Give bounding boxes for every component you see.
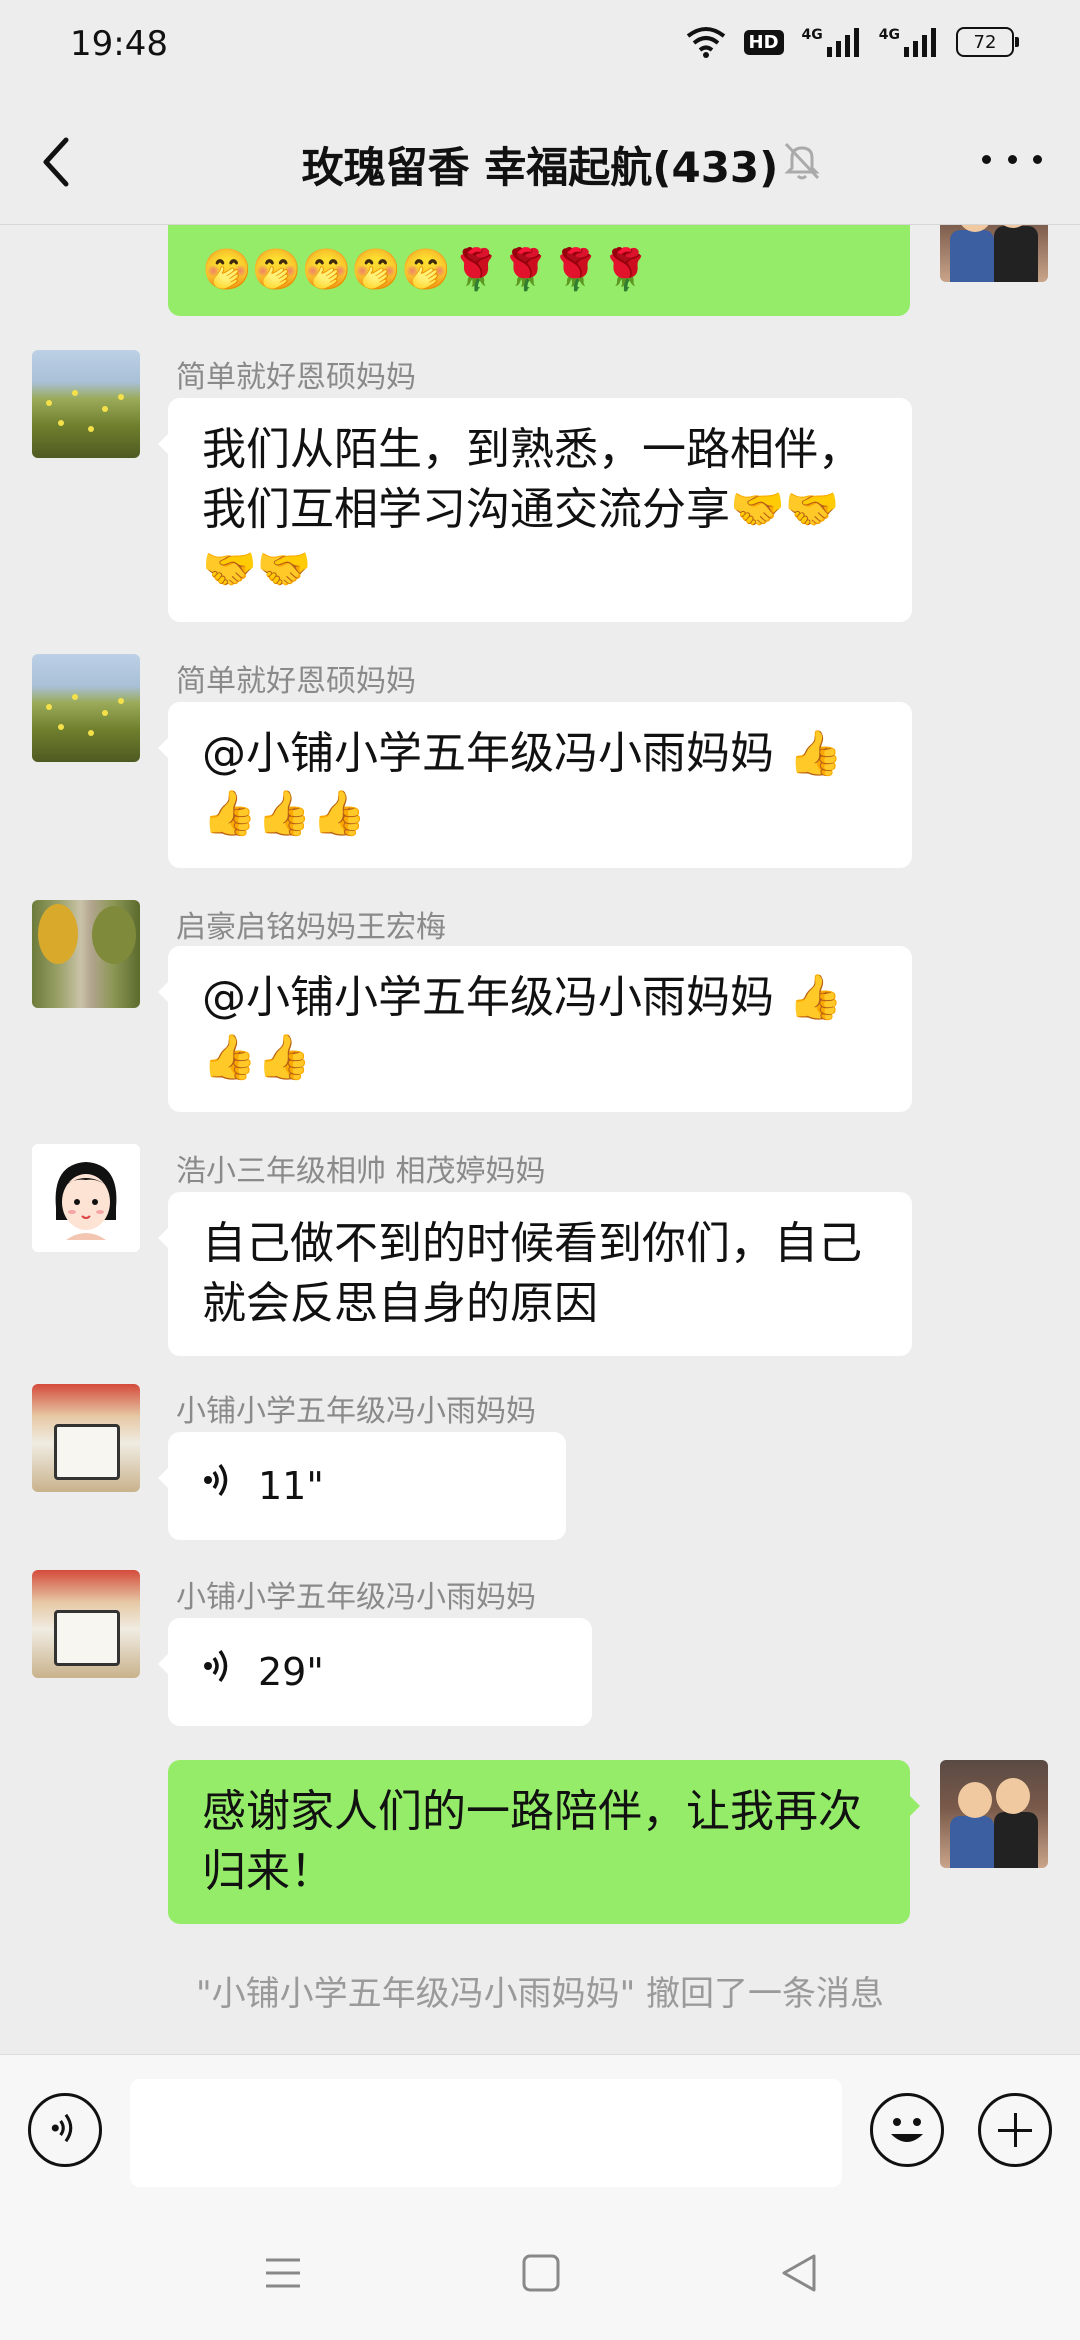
voice-wave-icon <box>50 2110 80 2150</box>
sender-name: 浩小三年级相帅 相茂婷妈妈 <box>176 1154 546 1189</box>
more-dots-icon[interactable] <box>982 144 1042 174</box>
input-bar <box>0 2054 1080 2207</box>
sender-name: 简单就好恩硕妈妈 <box>176 664 416 699</box>
message-bubble[interactable]: 感谢家人们的一路陪伴，让我再次归来！ <box>168 1760 920 1924</box>
voice-input-button[interactable] <box>28 2093 102 2167</box>
message-text: 🤭🤭🤭🤭🤭🌹🌹🌹🌹 <box>202 247 651 293</box>
avatar[interactable] <box>940 224 1048 282</box>
avatar[interactable] <box>32 1570 140 1678</box>
emoji-button[interactable] <box>870 2093 944 2167</box>
triangle-back-icon[interactable] <box>776 2250 822 2296</box>
hd-badge: HD <box>743 29 784 55</box>
message-bubble[interactable]: @小铺小学五年级冯小雨妈妈 👍👍👍👍 <box>158 702 912 868</box>
message-text: @小铺小学五年级冯小雨妈妈 👍👍👍 <box>202 972 843 1083</box>
avatar[interactable] <box>32 900 140 1008</box>
avatar[interactable] <box>940 1760 1048 1868</box>
message-bubble[interactable]: 我们从陌生，到熟悉，一路相伴，我们互相学习沟通交流分享🤝🤝🤝🤝 <box>158 398 912 622</box>
battery-level: 72 <box>973 31 997 53</box>
voice-wave-icon <box>202 1642 236 1702</box>
chat-title[interactable]: 玫瑰留香 幸福起航(433) <box>0 134 1080 195</box>
voice-message[interactable]: 29" <box>158 1618 592 1726</box>
sender-name: 启豪启铭妈妈王宏梅 <box>176 910 446 945</box>
battery-icon: 72 <box>956 27 1019 57</box>
recall-notice: "小铺小学五年级冯小雨妈妈" 撤回了一条消息 <box>195 1974 885 2014</box>
message-text: 自己做不到的时候看到你们，自己就会反思自身的原因 <box>202 1218 862 1329</box>
voice-message[interactable]: 11" <box>158 1432 566 1540</box>
message-bubble[interactable]: 自己做不到的时候看到你们，自己就会反思自身的原因 <box>158 1192 912 1356</box>
square-icon[interactable] <box>518 2250 564 2296</box>
message-list[interactable]: 🤭🤭🤭🤭🤭🌹🌹🌹🌹 简单就好恩硕妈妈 我们从陌生，到熟悉，一路相伴，我们互相学习… <box>0 224 1080 2054</box>
message-text: 感谢家人们的一路陪伴，让我再次归来！ <box>202 1786 862 1897</box>
system-nav-bar <box>0 2206 1080 2340</box>
network-type: 4G <box>878 27 900 43</box>
menu-icon[interactable] <box>260 2250 306 2296</box>
message-text: @小铺小学五年级冯小雨妈妈 👍👍👍👍 <box>202 728 843 839</box>
message-input[interactable] <box>130 2079 842 2187</box>
signal-icon: 4G <box>879 27 938 57</box>
voice-duration: 29" <box>258 1650 324 1694</box>
chat-header: 玫瑰留香 幸福起航(433) <box>0 96 1080 225</box>
sender-name: 小铺小学五年级冯小雨妈妈 <box>176 1394 536 1429</box>
message-bubble[interactable]: 🤭🤭🤭🤭🤭🌹🌹🌹🌹 <box>168 224 910 316</box>
plus-icon[interactable] <box>978 2093 1052 2167</box>
status-time: 19:48 <box>70 24 168 64</box>
avatar[interactable] <box>32 1144 140 1252</box>
signal-icon: 4G <box>802 27 861 57</box>
voice-duration: 11" <box>258 1464 324 1508</box>
bell-off-icon <box>780 138 824 182</box>
message-text: 我们从陌生，到熟悉，一路相伴，我们互相学习沟通交流分享🤝🤝🤝🤝 <box>202 424 862 595</box>
message-bubble[interactable]: @小铺小学五年级冯小雨妈妈 👍👍👍 <box>158 946 912 1112</box>
sender-name: 简单就好恩硕妈妈 <box>176 360 416 395</box>
voice-wave-icon <box>202 1456 236 1516</box>
network-type: 4G <box>801 27 823 43</box>
sender-name: 小铺小学五年级冯小雨妈妈 <box>176 1580 536 1615</box>
status-icons: HD 4G 4G 72 <box>686 26 1019 58</box>
avatar[interactable] <box>32 350 140 458</box>
smiley-icon <box>891 2118 923 2142</box>
wifi-icon <box>686 26 726 58</box>
avatar[interactable] <box>32 654 140 762</box>
status-bar: 19:48 HD 4G 4G 72 <box>0 0 1080 96</box>
avatar[interactable] <box>32 1384 140 1492</box>
